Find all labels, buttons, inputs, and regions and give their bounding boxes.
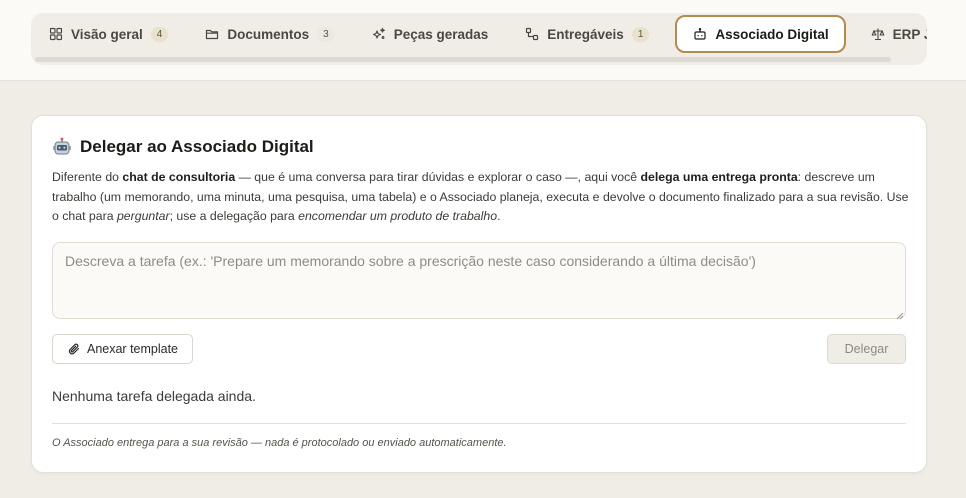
desc-text: ; use a delegação para bbox=[169, 209, 299, 223]
count-badge: 4 bbox=[150, 26, 169, 42]
task-description-input[interactable] bbox=[52, 242, 906, 319]
count-badge: 3 bbox=[317, 26, 335, 42]
attach-template-label: Anexar template bbox=[86, 342, 179, 356]
tab-scrollbar[interactable] bbox=[35, 57, 891, 62]
tab-label: Documentos bbox=[227, 26, 310, 42]
delegate-label: Delegar bbox=[844, 342, 889, 356]
tab-pecas-geradas[interactable]: Peças geradas bbox=[354, 15, 501, 53]
tab-label: Visão geral bbox=[71, 26, 143, 42]
card-title: Delegar ao Associado Digital bbox=[80, 137, 314, 156]
tab-visao-geral[interactable]: Visão geral 4 bbox=[31, 15, 180, 53]
card-description: Diferente do chat de consultoria — que é… bbox=[52, 168, 912, 227]
tab-label: Associado Digital bbox=[715, 26, 829, 42]
tab-documentos[interactable]: Documentos 3 bbox=[187, 15, 346, 53]
desc-italic: encomendar um produto de trabalho bbox=[298, 209, 498, 223]
paperclip-icon bbox=[67, 342, 81, 356]
tab-label: Peças geradas bbox=[393, 26, 489, 42]
workflow-icon bbox=[525, 27, 539, 41]
tab-entregaveis[interactable]: Entregáveis 1 bbox=[507, 15, 661, 53]
resize-handle-icon[interactable] bbox=[894, 307, 904, 320]
delegate-card: Delegar ao Associado Digital Diferente d… bbox=[31, 115, 927, 473]
sparkles-icon bbox=[372, 27, 386, 41]
desc-italic: perguntar bbox=[116, 209, 170, 223]
desc-text: — que é uma conversa para tirar dúvidas … bbox=[235, 170, 641, 184]
divider bbox=[52, 423, 906, 424]
robot-icon bbox=[52, 137, 72, 157]
desc-bold: chat de consultoria bbox=[122, 170, 236, 184]
tab-label: Entregáveis bbox=[547, 26, 624, 42]
card-header: Delegar ao Associado Digital bbox=[52, 137, 314, 157]
tab-list: Visão geral 4 Documentos 3 Peças geradas… bbox=[31, 13, 927, 55]
tab-erp-juridico[interactable]: ERP Jurídi bbox=[853, 15, 927, 53]
count-badge: 1 bbox=[631, 26, 650, 42]
bot-icon bbox=[693, 27, 707, 41]
footnote: O Associado entrega para a sua revisão —… bbox=[52, 437, 507, 449]
tab-associado-digital[interactable]: Associado Digital bbox=[675, 15, 846, 53]
empty-state-text: Nenhuma tarefa delegada ainda. bbox=[52, 388, 256, 404]
tab-bar: Visão geral 4 Documentos 3 Peças geradas… bbox=[31, 13, 927, 65]
desc-text: . bbox=[497, 209, 501, 223]
delegate-button[interactable]: Delegar bbox=[827, 334, 906, 364]
top-bar: Visão geral 4 Documentos 3 Peças geradas… bbox=[0, 0, 966, 81]
grid-icon bbox=[49, 27, 63, 41]
folder-icon bbox=[205, 27, 219, 41]
scale-icon bbox=[871, 27, 885, 41]
attach-template-button[interactable]: Anexar template bbox=[52, 334, 193, 364]
tab-label: ERP Jurídi bbox=[892, 26, 927, 42]
desc-bold: delega uma entrega pronta bbox=[640, 170, 798, 184]
desc-text: Diferente do bbox=[52, 170, 123, 184]
